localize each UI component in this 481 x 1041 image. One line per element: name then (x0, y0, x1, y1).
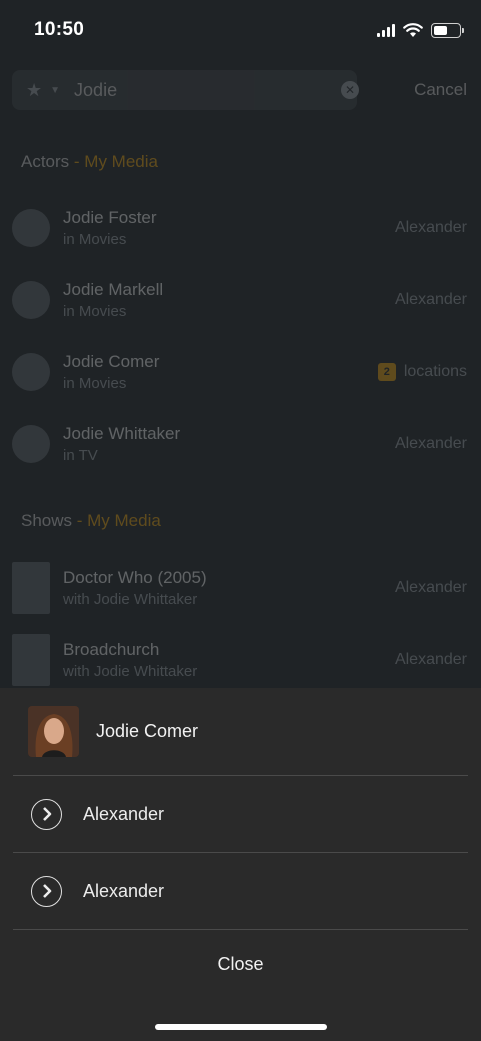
server-name: locations (403, 363, 467, 380)
item-subtitle: in Movies (63, 303, 127, 320)
search-results-background: ★ ▼ Jodie ✕ Cancel Actors - My Media Jod… (0, 60, 481, 690)
item-subtitle: in TV (63, 447, 98, 464)
status-icons (377, 22, 464, 38)
list-item[interactable]: Jodie Comer in Movies 2 locations (12, 342, 467, 402)
option-label: Alexander (83, 803, 165, 824)
list-item[interactable]: Broadchurch with Jodie Whittaker Alexand… (12, 630, 467, 690)
item-title: Broadchurch (63, 640, 160, 659)
item-subtitle: with Jodie Whittaker (63, 591, 198, 608)
list-item[interactable]: Doctor Who (2005) with Jodie Whittaker A… (12, 558, 467, 618)
status-bar: 10:50 (0, 0, 481, 60)
avatar (12, 425, 50, 463)
item-title: Jodie Whittaker (63, 424, 181, 443)
sheet-header: Jodie Comer (13, 688, 468, 776)
chevron-right-circle-icon (31, 798, 62, 830)
show-poster (12, 562, 50, 614)
item-title: Jodie Foster (63, 208, 157, 227)
sheet-title: Jodie Comer (96, 721, 199, 741)
server-name: Alexander (394, 435, 467, 452)
avatar (12, 281, 50, 319)
server-name: Alexander (394, 291, 467, 308)
server-locations: 2 locations (377, 363, 467, 381)
list-item[interactable]: Jodie Whittaker in TV Alexander (12, 414, 467, 474)
cancel-button[interactable]: Cancel (414, 80, 467, 100)
avatar (12, 353, 50, 391)
clear-icon[interactable]: ✕ (341, 81, 359, 99)
wifi-icon (403, 22, 423, 37)
star-icon[interactable]: ★ (26, 80, 42, 101)
server-name: Alexander (394, 651, 467, 668)
close-button[interactable]: Close (13, 930, 468, 998)
item-subtitle: in Movies (63, 231, 127, 248)
section-header-shows: Shows - My Media (21, 511, 161, 530)
search-input[interactable]: Jodie (74, 80, 117, 101)
server-name: Alexander (394, 579, 467, 596)
battery-icon (431, 22, 464, 38)
avatar (28, 706, 79, 757)
sheet-option-0[interactable]: Alexander (13, 776, 468, 853)
search-field[interactable]: ★ ▼ Jodie ✕ (12, 70, 359, 110)
search-bar: ★ ▼ Jodie ✕ Cancel (12, 70, 467, 110)
action-sheet: Jodie Comer Alexander Alexander Close (0, 688, 481, 1041)
item-title: Doctor Who (2005) (63, 568, 207, 587)
item-subtitle: with Jodie Whittaker (63, 663, 198, 680)
home-indicator[interactable] (155, 1024, 327, 1030)
section-header-actors: Actors - My Media (21, 152, 158, 171)
cellular-signal-icon (377, 23, 395, 37)
sheet-option-1[interactable]: Alexander (13, 853, 468, 930)
list-item[interactable]: Jodie Markell in Movies Alexander (12, 270, 467, 330)
show-poster (12, 634, 50, 686)
avatar (12, 209, 50, 247)
chevron-down-icon[interactable]: ▼ (50, 85, 60, 96)
list-item[interactable]: Jodie Foster in Movies Alexander (12, 198, 467, 258)
item-subtitle: in Movies (63, 375, 127, 392)
chevron-right-circle-icon (31, 875, 62, 907)
location-count-badge: 2 (377, 363, 396, 381)
server-name: Alexander (394, 219, 467, 236)
item-title: Jodie Markell (63, 280, 164, 299)
item-title: Jodie Comer (63, 352, 160, 371)
option-label: Alexander (83, 880, 165, 901)
status-time: 10:50 (34, 19, 85, 40)
